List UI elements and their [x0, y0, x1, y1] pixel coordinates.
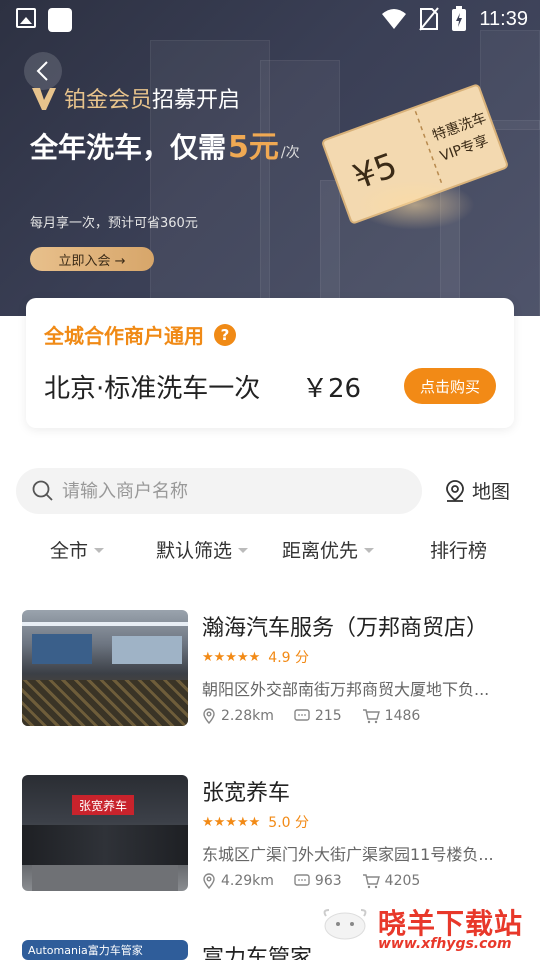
shop-comments: 963: [314, 873, 342, 889]
shop-name: 张宽养车: [202, 781, 291, 806]
shop-meta: 2.28km 215 1486: [202, 708, 440, 724]
shop-name: 富力车管家: [202, 946, 313, 960]
vip-logo-icon: [32, 88, 56, 110]
shop-thumbnail: 张宽养车: [22, 775, 188, 891]
cart-icon: [362, 709, 380, 724]
product-name: 北京·标准洗车一次: [44, 374, 261, 404]
chevron-left-icon: [36, 61, 48, 81]
star-rating-icons: ★★★★★: [202, 814, 261, 830]
shop-rating: ★★★★★ 5.0 分: [202, 812, 309, 832]
location-icon: [203, 873, 215, 889]
card-title: 全城合作商户通用: [44, 324, 204, 348]
site-watermark: 晓羊下载站 www.xfhygs.com: [314, 896, 540, 960]
caret-down-icon: [94, 548, 105, 553]
filter-ranking[interactable]: 排行榜: [430, 536, 487, 563]
sheep-logo-icon: [323, 909, 367, 940]
shop-distance: 4.29km: [221, 873, 274, 889]
clock-time: 11:39: [479, 7, 528, 30]
shop-comments: 215: [314, 708, 342, 724]
image-notification-icon: [16, 8, 36, 28]
shop-orders: 1486: [384, 708, 421, 724]
shop-name: 瀚海汽车服务（万邦商贸店）: [202, 616, 489, 641]
map-button[interactable]: 地图: [444, 477, 510, 504]
caret-down-icon: [238, 548, 249, 553]
shop-orders: 4205: [384, 873, 421, 889]
shop-distance: 2.28km: [221, 708, 274, 724]
join-now-button[interactable]: 立即入会 →: [30, 247, 154, 271]
shop-sign: 张宽养车: [72, 795, 134, 815]
shop-list-item[interactable]: 瀚海汽车服务（万邦商贸店） ★★★★★ 4.9 分 朝阳区外交部南街万邦商贸大厦…: [0, 610, 540, 730]
filter-default[interactable]: 默认筛选: [156, 536, 249, 563]
hero-subtitle: 每月享一次，预计可省360元: [30, 216, 198, 231]
hero-price: 5元: [228, 130, 279, 165]
hero-banner[interactable]: 11:39 铂金会员招募开启 全年洗车，仅需 5元 /次 每月享一次，预计可省3…: [0, 0, 540, 316]
comment-icon: [294, 709, 310, 721]
no-sim-icon: [419, 7, 440, 31]
battery-charging-icon: [452, 6, 467, 31]
hero-main-text: 全年洗车，仅需 5元 /次: [30, 122, 300, 166]
map-label: 地图: [472, 481, 511, 503]
filter-bar: 全市 默认筛选 距离优先 排行榜: [0, 536, 540, 570]
product-price: ￥26: [302, 374, 362, 404]
rating-score: 4.9 分: [268, 650, 309, 666]
vip-title: 铂金会员招募开启: [64, 88, 241, 113]
wifi-icon: [382, 9, 407, 29]
shop-address: 朝阳区外交部南街万邦商贸大厦地下负...: [202, 680, 490, 699]
help-question-icon[interactable]: ?: [214, 323, 236, 346]
star-rating-icons: ★★★★★: [202, 649, 261, 665]
rating-score: 5.0 分: [268, 815, 309, 831]
card-header: 全城合作商户通用 ?: [44, 320, 236, 349]
status-bar: 11:39: [0, 0, 540, 40]
watermark-url: www.xfhygs.com: [378, 936, 512, 952]
shop-thumbnail: [22, 610, 188, 726]
vip-headline: 铂金会员招募开启: [30, 82, 240, 114]
search-bar[interactable]: [16, 468, 422, 514]
shop-meta: 4.29km 963 4205: [202, 873, 440, 889]
shop-list-item[interactable]: 张宽养车 张宽养车 ★★★★★ 5.0 分 东城区广渠门外大街广渠家园11号楼负…: [0, 775, 540, 895]
search-icon: [32, 480, 53, 501]
map-pin-icon: [446, 479, 464, 502]
app-notification-icon: [48, 8, 72, 32]
shop-address: 东城区广渠门外大街广渠家园11号楼负...: [202, 845, 494, 864]
product-card: 全城合作商户通用 ? 北京·标准洗车一次 ￥26 点击购买: [26, 298, 514, 428]
comment-icon: [294, 874, 310, 886]
cart-icon: [362, 874, 380, 889]
caret-down-icon: [364, 548, 375, 553]
filter-distance[interactable]: 距离优先: [282, 536, 375, 563]
buy-button[interactable]: 点击购买: [404, 368, 496, 404]
shop-thumbnail: Automania富力车管家: [22, 940, 188, 960]
shop-rating: ★★★★★ 4.9 分: [202, 647, 309, 667]
location-icon: [203, 708, 215, 724]
ticket-glow: [355, 180, 475, 230]
filter-city[interactable]: 全市: [50, 536, 105, 563]
shop-sign: Automania富力车管家: [28, 944, 143, 957]
merchant-search-input[interactable]: [62, 480, 382, 502]
